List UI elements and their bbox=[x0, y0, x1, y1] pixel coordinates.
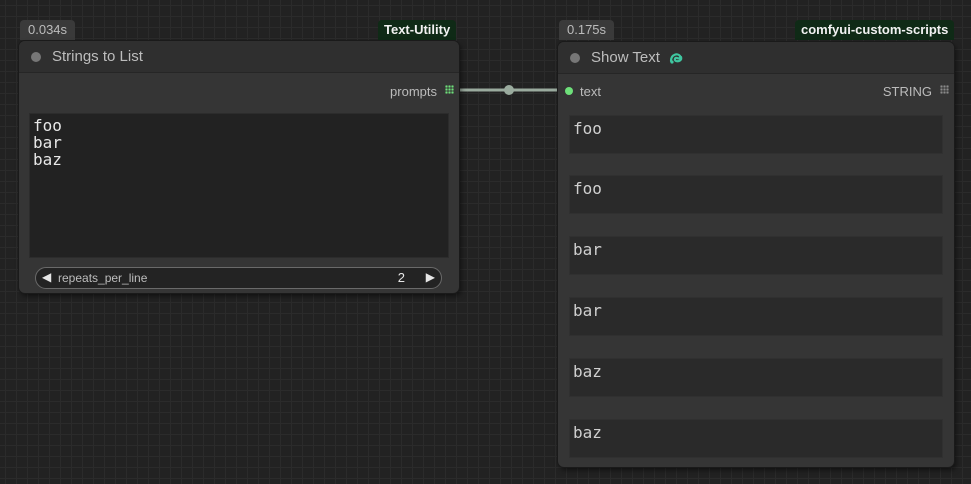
output-text-box[interactable]: foo bbox=[569, 115, 943, 154]
input-slot-dot[interactable] bbox=[565, 87, 573, 95]
python-snake-icon bbox=[669, 53, 683, 64]
output-label-prompts: prompts bbox=[390, 84, 437, 99]
output-label-string: STRING bbox=[882, 84, 932, 99]
decrement-arrow-icon[interactable]: ◀ bbox=[42, 270, 51, 284]
collapse-dot[interactable] bbox=[570, 53, 580, 63]
input-label-text: text bbox=[580, 84, 601, 99]
output-text-box[interactable]: bar bbox=[569, 236, 943, 275]
repeats-per-line-widget[interactable]: ◀ repeats_per_line 2 ▶ bbox=[35, 267, 442, 289]
node-header[interactable]: Strings to List bbox=[19, 41, 459, 73]
output-text-box[interactable]: bar bbox=[569, 297, 943, 336]
node-header[interactable]: Show Text bbox=[558, 42, 954, 74]
increment-arrow-icon[interactable]: ▶ bbox=[426, 270, 435, 284]
node-title: Strings to List bbox=[52, 48, 143, 65]
widget-label: repeats_per_line bbox=[58, 271, 148, 285]
output-text-box[interactable]: foo bbox=[569, 175, 943, 214]
node-title: Show Text bbox=[591, 49, 660, 66]
link-midpoint bbox=[504, 85, 514, 95]
strings-textarea[interactable]: foo bar baz bbox=[29, 113, 449, 258]
show-text-node[interactable]: Show Text text STRING foo foo bar bar ba… bbox=[558, 42, 954, 467]
strings-to-list-node[interactable]: Strings to List prompts foo bar baz ◀ re… bbox=[19, 41, 459, 293]
grid-dots-icon[interactable] bbox=[445, 85, 454, 94]
grid-dots-icon[interactable] bbox=[940, 85, 949, 94]
widget-value: 2 bbox=[397, 270, 405, 285]
collapse-dot[interactable] bbox=[31, 52, 41, 62]
output-text-box[interactable]: baz bbox=[569, 358, 943, 397]
output-text-box[interactable]: baz bbox=[569, 419, 943, 458]
